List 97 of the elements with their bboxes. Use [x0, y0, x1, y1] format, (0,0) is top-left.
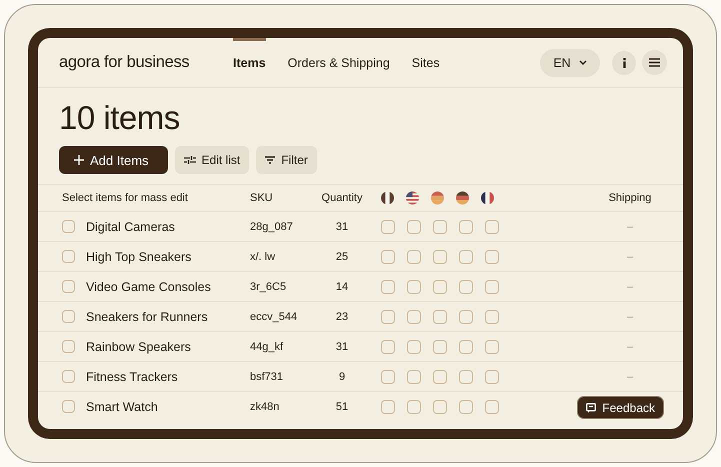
site-checkbox[interactable] — [381, 340, 395, 354]
shipping-cell-text: – — [626, 250, 634, 262]
shipping-cell-text: – — [626, 220, 634, 232]
item-name: Sneakers for Runners — [86, 310, 208, 324]
nav-tab[interactable]: Sites — [412, 38, 440, 87]
site-checkbox[interactable] — [459, 220, 473, 234]
sku-cell-text: 28g_087 — [250, 220, 294, 232]
quantity-cell-text: 9 — [338, 370, 346, 382]
sliders-icon — [184, 156, 196, 164]
shipping-cell-text: – — [626, 280, 634, 292]
site-checkbox[interactable] — [433, 370, 447, 384]
column-header: SKU — [250, 192, 274, 204]
sku-cell-text: bsf731 — [250, 370, 284, 382]
site-checkbox[interactable] — [459, 400, 473, 414]
site-checkbox[interactable] — [485, 280, 499, 294]
nav-tab[interactable]: Orders & Shipping — [288, 38, 390, 87]
info-icon — [622, 58, 626, 68]
row-checkbox[interactable] — [62, 220, 75, 233]
shipping-cell-text: – — [626, 340, 634, 352]
flag-icon — [431, 191, 444, 205]
quantity-cell-text: 31 — [334, 340, 350, 352]
filter-button[interactable]: Filter — [256, 146, 317, 174]
site-checkbox[interactable] — [433, 280, 447, 294]
site-checkbox[interactable] — [381, 250, 395, 264]
site-checkbox[interactable] — [485, 310, 499, 324]
site-checkbox[interactable] — [485, 220, 499, 234]
site-checkbox[interactable] — [459, 250, 473, 264]
item-name: Fitness Trackers — [86, 370, 178, 384]
site-checkbox[interactable] — [433, 250, 447, 264]
sku-cell-text: zk48n — [250, 400, 280, 412]
row-checkbox[interactable] — [62, 340, 75, 353]
quantity-cell-text: 25 — [334, 250, 350, 262]
site-checkbox[interactable] — [407, 280, 421, 294]
site-checkbox[interactable] — [433, 400, 447, 414]
site-checkbox[interactable] — [407, 340, 421, 354]
row-checkbox[interactable] — [62, 370, 75, 383]
site-checkbox[interactable] — [381, 310, 395, 324]
add-button[interactable]: Add Items — [59, 146, 168, 174]
quantity-cell-text: 51 — [334, 400, 350, 412]
plus-icon — [74, 155, 84, 165]
site-checkbox[interactable] — [459, 340, 473, 354]
site-checkbox[interactable] — [381, 400, 395, 414]
column-header: Shipping — [608, 192, 652, 204]
filter-icon — [265, 156, 276, 164]
sku-cell-text: x/. lw — [250, 250, 276, 262]
flag-icon — [381, 191, 394, 205]
edit-button[interactable]: Edit list — [174, 146, 250, 174]
sku-cell-text: eccv_544 — [250, 310, 298, 322]
row-checkbox[interactable] — [62, 280, 75, 293]
site-checkbox[interactable] — [459, 370, 473, 384]
site-checkbox[interactable] — [381, 280, 395, 294]
site-checkbox[interactable] — [433, 220, 447, 234]
flag-icon — [481, 191, 494, 205]
site-checkbox[interactable] — [485, 340, 499, 354]
feedback-button[interactable]: Feedback — [577, 396, 664, 419]
site-checkbox[interactable] — [485, 250, 499, 264]
chat-icon — [586, 402, 596, 412]
chevron-down-icon — [578, 60, 587, 65]
site-checkbox[interactable] — [459, 280, 473, 294]
site-checkbox[interactable] — [381, 370, 395, 384]
page-title: 10 items — [59, 98, 181, 138]
info-button[interactable] — [612, 50, 636, 74]
row-checkbox[interactable] — [62, 400, 75, 413]
quantity-cell-text: 23 — [334, 310, 350, 322]
flag-icon — [406, 191, 419, 205]
nav-tab[interactable]: Items — [233, 38, 266, 87]
item-name: Video Game Consoles — [86, 280, 211, 294]
flag-icon — [456, 191, 469, 205]
site-checkbox[interactable] — [459, 310, 473, 324]
item-name: Rainbow Speakers — [86, 340, 191, 354]
item-name: Smart Watch — [86, 400, 158, 414]
item-name: High Top Sneakers — [86, 250, 192, 264]
logo: agora for business — [59, 53, 190, 72]
site-checkbox[interactable] — [433, 310, 447, 324]
site-checkbox[interactable] — [407, 370, 421, 384]
row-checkbox[interactable] — [62, 250, 75, 263]
quantity-cell-text: 31 — [334, 220, 350, 232]
site-checkbox[interactable] — [407, 250, 421, 264]
column-header: Select items for mass edit — [62, 192, 189, 204]
site-checkbox[interactable] — [485, 400, 499, 414]
shipping-cell-text: – — [626, 370, 634, 382]
site-checkbox[interactable] — [485, 370, 499, 384]
language-select[interactable]: EN — [540, 48, 600, 76]
column-header: Quantity — [320, 192, 364, 204]
menu-icon — [649, 58, 660, 67]
site-checkbox[interactable] — [407, 400, 421, 414]
row-checkbox[interactable] — [62, 310, 75, 323]
item-name: Digital Cameras — [86, 220, 175, 234]
site-checkbox[interactable] — [381, 220, 395, 234]
quantity-cell-text: 14 — [334, 280, 350, 292]
site-checkbox[interactable] — [407, 220, 421, 234]
site-checkbox[interactable] — [433, 340, 447, 354]
sku-cell-text: 3r_6C5 — [250, 280, 288, 292]
sku-cell-text: 44g_kf — [250, 340, 284, 352]
site-checkbox[interactable] — [407, 310, 421, 324]
shipping-cell-text: – — [626, 310, 634, 322]
menu-button[interactable] — [642, 50, 667, 75]
